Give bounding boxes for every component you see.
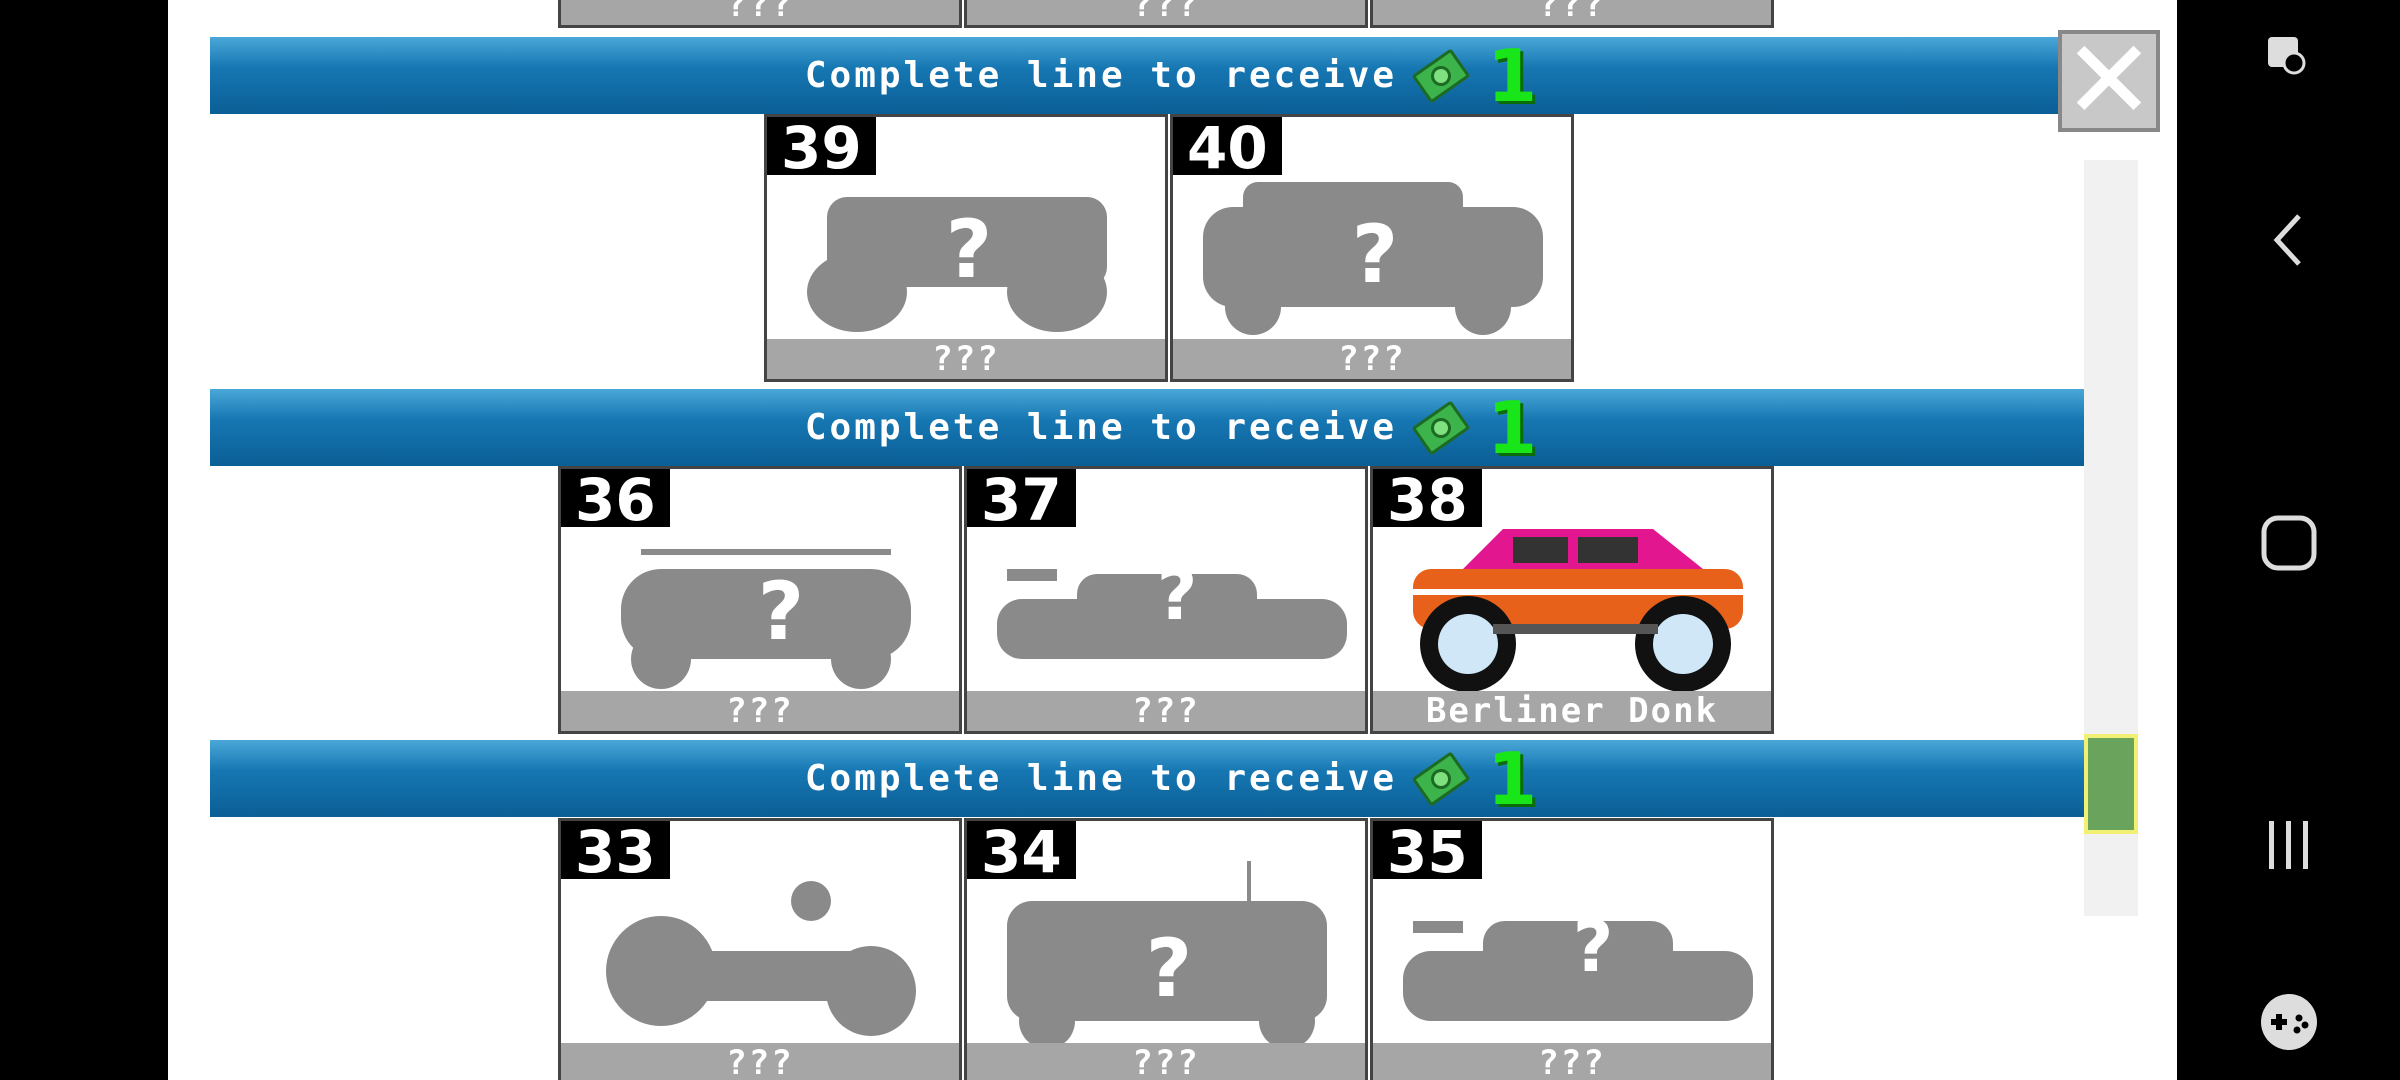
banner-text: Complete line to receive [804,758,1398,799]
svg-text:?: ? [1573,906,1614,988]
locked-car-silhouette: ? [581,509,939,691]
car-name: ??? [561,1043,959,1080]
car-name: ??? [1373,1043,1771,1080]
locked-car-silhouette: ? [987,509,1347,691]
car-name: ??? [561,0,959,25]
system-navigation-bar [2177,0,2400,1080]
car-card[interactable]: ??? [1370,0,1774,28]
reward-banner: Complete line to receive 1 [210,740,2132,817]
back-icon[interactable] [2177,210,2400,270]
car-name: ??? [967,1043,1365,1080]
garage-screen: ??? ??? ??? Complete line to receive 1 ?… [168,0,2177,1080]
car-card[interactable]: ? 36 ??? [558,466,962,734]
car-number: 34 [967,821,1076,883]
car-card[interactable]: 33 ??? [558,818,962,1080]
car-number: 33 [561,821,670,883]
home-icon[interactable] [2177,510,2400,576]
cash-icon [1411,399,1471,456]
reward-amount: 1 [1487,33,1538,118]
close-button[interactable]: ✕ [2058,25,2160,135]
svg-text:?: ? [1146,922,1192,1015]
scroll-thumb[interactable] [2084,734,2138,834]
banner-text: Complete line to receive [804,55,1398,96]
car-name: ??? [1173,339,1571,379]
car-name: ??? [767,339,1165,379]
card-row: 33 ??? ? 34 ??? ? 35 ??? [558,818,1776,1080]
car-card[interactable]: ? 34 ??? [964,818,1368,1080]
svg-text:?: ? [1352,208,1398,301]
screen-pin-icon[interactable] [2177,28,2400,88]
car-name: ??? [967,691,1365,731]
locked-car-silhouette: ? [787,157,1145,339]
car-number: 38 [1373,469,1482,531]
banner-text: Complete line to receive [804,407,1398,448]
svg-text:?: ? [1157,554,1198,636]
card-row: ? 39 ??? ? 40 ??? [764,114,1576,382]
car-card[interactable]: ? 37 ??? [964,466,1368,734]
reward-banner: Complete line to receive 1 [210,389,2132,466]
locked-car-silhouette: ? [987,861,1345,1049]
car-name: ??? [1373,0,1771,25]
reward-amount: 1 [1487,736,1538,821]
car-number: 36 [561,469,670,531]
cash-icon [1411,47,1471,104]
reward-amount: 1 [1487,385,1538,470]
card-row-top-partial: ??? ??? ??? [558,0,1776,28]
berliner-donk-car-image [1393,509,1751,692]
car-name: ??? [561,691,959,731]
car-card[interactable]: ? 40 ??? [1170,114,1574,382]
game-tools-icon[interactable] [2177,990,2400,1054]
car-card[interactable]: ??? [558,0,962,28]
svg-text:?: ? [946,203,992,296]
card-row: ? 36 ??? ? 37 ??? 38 Berliner Donk [558,466,1776,734]
car-number: 40 [1173,117,1282,179]
car-name: ??? [967,0,1365,25]
car-number: 39 [767,117,876,179]
car-number: 37 [967,469,1076,531]
locked-car-silhouette: ? [1393,861,1753,1043]
svg-text:?: ? [758,565,804,658]
locked-car-silhouette: ? [1193,157,1551,339]
car-card[interactable]: ??? [964,0,1368,28]
car-number: 35 [1373,821,1482,883]
car-card[interactable]: ? 39 ??? [764,114,1168,382]
locked-car-silhouette [581,861,939,1043]
car-name: Berliner Donk [1373,691,1771,731]
cash-icon [1411,750,1471,807]
recent-apps-icon[interactable] [2177,815,2400,875]
car-card[interactable]: ? 35 ??? [1370,818,1774,1080]
reward-banner: Complete line to receive 1 [210,37,2132,114]
car-card-unlocked[interactable]: 38 Berliner Donk [1370,466,1774,734]
